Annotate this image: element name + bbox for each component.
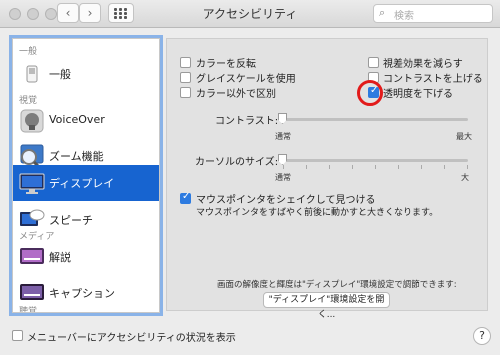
title-bar: ‹ › アクセシビリティ ⌕ 検索	[0, 0, 500, 28]
sidebar-item-label: ディスプレイ	[49, 177, 115, 190]
grayscale-label: グレイスケールを使用	[196, 74, 296, 85]
contrast-label: コントラスト:	[215, 116, 279, 127]
contrast-slider-knob[interactable]	[278, 113, 287, 124]
differentiate-without-color-label: カラー以外で区別	[196, 89, 276, 100]
cursor-size-tick	[329, 165, 330, 169]
captions-icon	[19, 280, 45, 306]
cursor-size-tick	[421, 165, 422, 169]
shake-to-locate-label: マウスポインタをシェイクして見つける	[196, 195, 376, 206]
sidebar-item-label: キャプション	[49, 287, 115, 300]
show-status-in-menubar-checkbox[interactable]	[12, 330, 23, 341]
cursor-size-max-label: 大	[461, 173, 469, 182]
increase-contrast-label: コントラストを上げる	[383, 74, 483, 85]
grayscale-checkbox[interactable]	[180, 72, 191, 83]
differentiate-without-color-checkbox[interactable]	[180, 87, 191, 98]
sidebar-item-label: VoiceOver	[49, 113, 105, 126]
open-display-preferences-button[interactable]: "ディスプレイ"環境設定を開く...	[263, 292, 390, 320]
contrast-slider[interactable]	[283, 118, 468, 121]
display-icon	[19, 170, 45, 196]
search-field[interactable]: ⌕ 検索	[373, 4, 493, 23]
reduce-transparency-label: 透明度を下げる	[383, 89, 453, 100]
cursor-size-tick	[375, 165, 376, 169]
sidebar-item-label: 一般	[49, 68, 71, 81]
contrast-min-label: 通常	[275, 132, 291, 141]
sidebar-item-label: ズーム機能	[49, 150, 104, 163]
cursor-size-slider-knob[interactable]	[278, 154, 287, 165]
highlight-circle	[357, 80, 383, 106]
switch-icon	[19, 61, 45, 87]
cursor-size-tick	[352, 165, 353, 169]
display-panel: カラーを反転 グレイスケールを使用 カラー以外で区別 視差効果を減らす コントラ…	[166, 38, 488, 320]
search-icon: ⌕	[379, 6, 386, 19]
resolution-note: 画面の解像度と輝度は"ディスプレイ"環境設定で調節できます:	[217, 280, 457, 290]
voiceover-icon	[19, 108, 45, 134]
cursor-size-tick	[467, 165, 468, 169]
sidebar-item-label: スピーチ	[49, 214, 93, 227]
invert-colors-label: カラーを反転	[196, 59, 256, 70]
cursor-size-tick	[306, 165, 307, 169]
cursor-size-tick	[444, 165, 445, 169]
cursor-size-min-label: 通常	[275, 173, 291, 182]
sidebar-item-general[interactable]: 一般	[13, 56, 159, 92]
sidebar: 一般 一般 視覚 VoiceOver ズーム機能 ディスプレイ スピーチ メディ…	[12, 38, 160, 313]
shake-to-locate-checkbox[interactable]	[180, 191, 191, 204]
show-status-in-menubar-label: メニューバーにアクセシビリティの状況を表示	[27, 333, 236, 344]
sidebar-item-voiceover[interactable]: VoiceOver	[13, 103, 159, 139]
reduce-motion-checkbox[interactable]	[368, 57, 379, 68]
contrast-max-label: 最大	[456, 132, 472, 141]
help-button[interactable]: ?	[473, 327, 491, 345]
cursor-size-tick	[283, 165, 284, 169]
shake-to-locate-description: マウスポインタをすばやく前後に動かすと大きくなります。	[196, 208, 439, 218]
sidebar-item-display[interactable]: ディスプレイ	[13, 165, 159, 201]
category-hearing: 聴覚	[19, 307, 38, 313]
cursor-size-label: カーソルのサイズ:	[195, 157, 279, 168]
cursor-size-slider[interactable]	[283, 159, 468, 162]
sidebar-item-descriptions[interactable]: 解説	[13, 239, 159, 275]
sidebar-item-label: 解説	[49, 251, 71, 264]
question-icon: ?	[479, 329, 485, 342]
cursor-size-tick	[398, 165, 399, 169]
descriptions-icon	[19, 244, 45, 270]
reduce-motion-label: 視差効果を減らす	[383, 59, 463, 70]
invert-colors-checkbox[interactable]	[180, 57, 191, 68]
search-placeholder: 検索	[394, 11, 414, 22]
